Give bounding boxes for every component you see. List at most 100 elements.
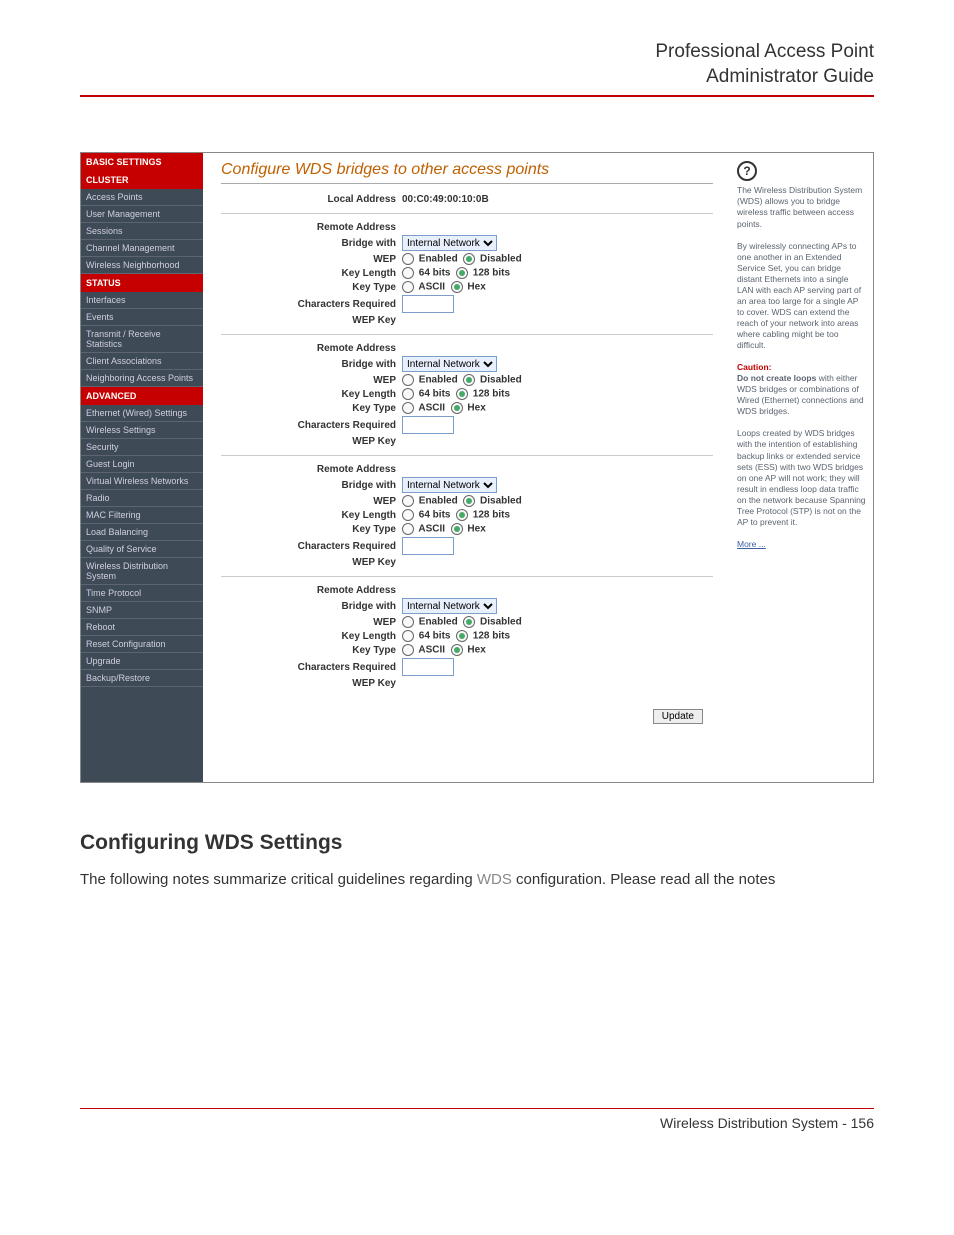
nav-status[interactable]: STATUS [81, 274, 203, 292]
key64-radio[interactable] [402, 509, 414, 521]
key64-radio[interactable] [402, 267, 414, 279]
key-type-label: Key Type [221, 282, 402, 293]
help-caution-label: Caution: [737, 362, 771, 372]
chars-required-label: Characters Required [221, 541, 402, 552]
page-title: Configure WDS bridges to other access po… [221, 153, 713, 184]
nav-item[interactable]: Time Protocol [81, 585, 203, 602]
wep-disabled-radio[interactable] [463, 374, 475, 386]
nav-item[interactable]: Reboot [81, 619, 203, 636]
nav-item[interactable]: Interfaces [81, 292, 203, 309]
nav-item[interactable]: Wireless Distribution System [81, 558, 203, 585]
nav-item[interactable]: Radio [81, 490, 203, 507]
key-length-label: Key Length [221, 631, 402, 642]
nav-item[interactable]: MAC Filtering [81, 507, 203, 524]
bridge-with-label: Bridge with [221, 480, 402, 491]
nav-item[interactable]: Load Balancing [81, 524, 203, 541]
key-type-label: Key Type [221, 524, 402, 535]
key64-radio[interactable] [402, 388, 414, 400]
chars-required-input[interactable] [402, 295, 454, 313]
key-type-label: Key Type [221, 403, 402, 414]
bridge-with-select[interactable]: Internal Network [402, 356, 497, 372]
nav-item[interactable]: Reset Configuration [81, 636, 203, 653]
key128-radio[interactable] [456, 267, 468, 279]
chars-required-label: Characters Required [221, 662, 402, 673]
key-type-label: Key Type [221, 645, 402, 656]
nav-item[interactable]: User Management [81, 206, 203, 223]
nav-item[interactable]: Events [81, 309, 203, 326]
key64-radio[interactable] [402, 630, 414, 642]
wep-enabled-radio[interactable] [402, 495, 414, 507]
wep-enabled-radio[interactable] [402, 253, 414, 265]
doc-footer: Wireless Distribution System - 156 [80, 1108, 874, 1131]
nav-item[interactable]: Security [81, 439, 203, 456]
wep-label: WEP [221, 617, 402, 628]
nav-advanced[interactable]: ADVANCED [81, 387, 203, 405]
bridge-with-select[interactable]: Internal Network [402, 477, 497, 493]
help-caution-bold: Do not create loops [737, 373, 816, 383]
nav-item[interactable]: Client Associations [81, 353, 203, 370]
nav-item[interactable]: Access Points [81, 189, 203, 206]
nav-item[interactable]: Sessions [81, 223, 203, 240]
nav-item[interactable]: Virtual Wireless Networks [81, 473, 203, 490]
nav-cluster[interactable]: CLUSTER [81, 171, 203, 189]
app-frame: BASIC SETTINGS CLUSTER Access PointsUser… [80, 152, 874, 783]
main-content: Configure WDS bridges to other access po… [203, 153, 873, 782]
help-sidebar: ? The Wireless Distribution System (WDS)… [731, 153, 873, 782]
nav-item[interactable]: Wireless Neighborhood [81, 257, 203, 274]
ascii-radio[interactable] [402, 644, 414, 656]
wep-disabled-radio[interactable] [463, 616, 475, 628]
wep-label: WEP [221, 254, 402, 265]
key128-radio[interactable] [456, 630, 468, 642]
doc-header-line1: Professional Access Point [655, 41, 874, 62]
bridge-with-label: Bridge with [221, 359, 402, 370]
bridge-with-select[interactable]: Internal Network [402, 235, 497, 251]
wep-label: WEP [221, 496, 402, 507]
chars-required-input[interactable] [402, 537, 454, 555]
wep-label: WEP [221, 375, 402, 386]
chars-required-label: Characters Required [221, 420, 402, 431]
nav-item[interactable]: Ethernet (Wired) Settings [81, 405, 203, 422]
help-more-link[interactable]: More ... [737, 539, 766, 549]
nav-item[interactable]: Transmit / Receive Statistics [81, 326, 203, 353]
key128-radio[interactable] [456, 388, 468, 400]
key128-radio[interactable] [456, 509, 468, 521]
doc-header-line2: Administrator Guide [706, 66, 874, 87]
wep-disabled-radio[interactable] [463, 495, 475, 507]
hex-radio[interactable] [451, 644, 463, 656]
bridge-with-label: Bridge with [221, 238, 402, 249]
chars-required-input[interactable] [402, 416, 454, 434]
ascii-radio[interactable] [402, 281, 414, 293]
hex-radio[interactable] [451, 402, 463, 414]
bridge-with-select[interactable]: Internal Network [402, 598, 497, 614]
chars-required-label: Characters Required [221, 299, 402, 310]
remote-address-label: Remote Address [221, 464, 402, 475]
wep-enabled-radio[interactable] [402, 374, 414, 386]
chars-required-input[interactable] [402, 658, 454, 676]
help-p3: Loops created by WDS bridges with the in… [737, 428, 867, 527]
hex-radio[interactable] [451, 523, 463, 535]
left-nav: BASIC SETTINGS CLUSTER Access PointsUser… [81, 153, 203, 782]
update-button[interactable]: Update [653, 709, 703, 724]
nav-item[interactable]: Neighboring Access Points [81, 370, 203, 387]
wep-disabled-radio[interactable] [463, 253, 475, 265]
key-length-label: Key Length [221, 268, 402, 279]
help-p2: By wirelessly connecting APs to one anot… [737, 241, 867, 351]
wep-key-label: WEP Key [221, 315, 402, 326]
nav-item[interactable]: Channel Management [81, 240, 203, 257]
wep-key-label: WEP Key [221, 436, 402, 447]
bridge-with-label: Bridge with [221, 601, 402, 612]
nav-item[interactable]: SNMP [81, 602, 203, 619]
ascii-radio[interactable] [402, 402, 414, 414]
remote-address-label: Remote Address [221, 343, 402, 354]
help-p1: The Wireless Distribution System (WDS) a… [737, 185, 867, 229]
nav-basic-settings[interactable]: BASIC SETTINGS [81, 153, 203, 171]
ascii-radio[interactable] [402, 523, 414, 535]
nav-item[interactable]: Backup/Restore [81, 670, 203, 687]
nav-item[interactable]: Wireless Settings [81, 422, 203, 439]
nav-item[interactable]: Upgrade [81, 653, 203, 670]
hex-radio[interactable] [451, 281, 463, 293]
wep-enabled-radio[interactable] [402, 616, 414, 628]
nav-item[interactable]: Guest Login [81, 456, 203, 473]
remote-address-label: Remote Address [221, 585, 402, 596]
nav-item[interactable]: Quality of Service [81, 541, 203, 558]
